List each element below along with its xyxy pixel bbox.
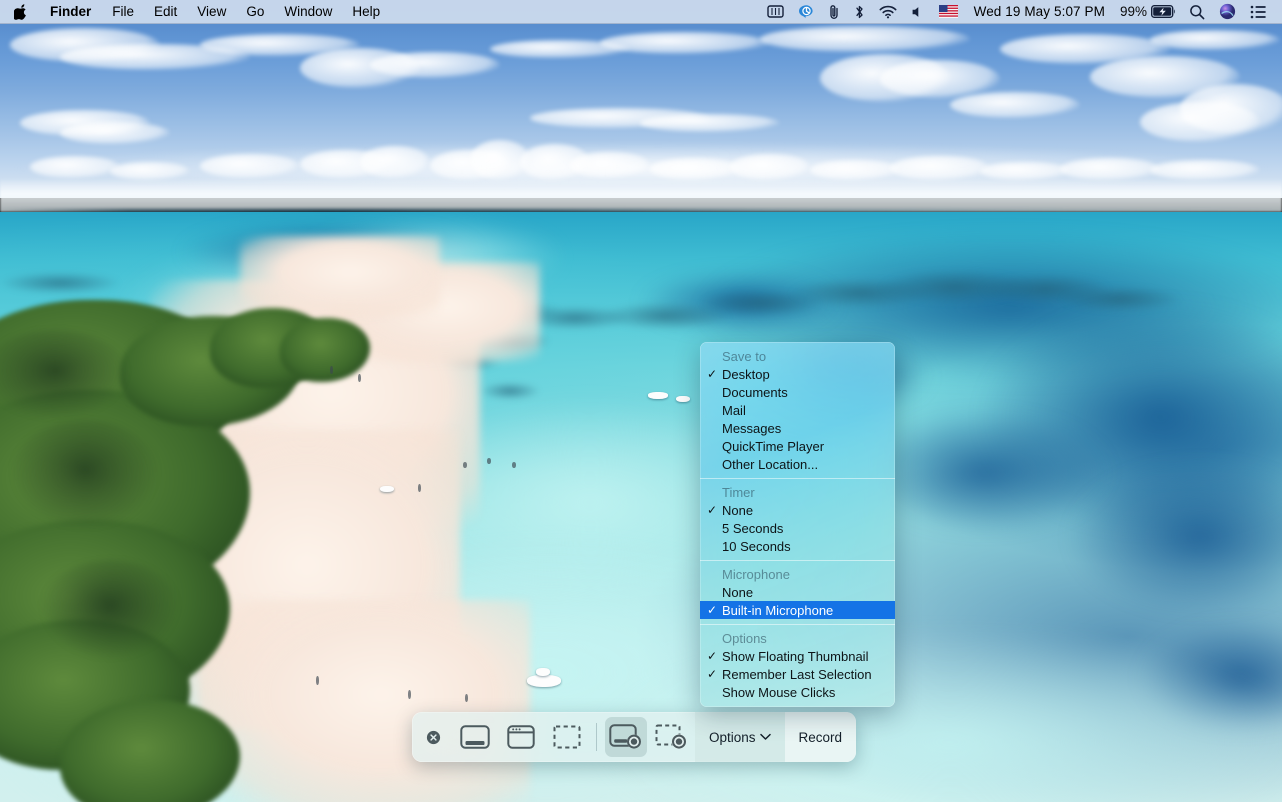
menu-option-label: 5 Seconds <box>722 520 784 536</box>
menu-bar: Finder File Edit View Go Window Help Wed… <box>0 0 1282 24</box>
time-machine-icon[interactable] <box>791 0 822 23</box>
menu-option-remember-last-selection[interactable]: ✓ Remember Last Selection <box>700 665 895 683</box>
menu-option-microphone-none[interactable]: None <box>700 583 895 601</box>
window-icon <box>507 725 535 749</box>
checkmark-icon: ✓ <box>707 649 718 663</box>
menu-item-go[interactable]: Go <box>236 0 274 23</box>
siri-icon[interactable] <box>1212 0 1243 23</box>
screen-mirroring-icon[interactable] <box>760 0 791 23</box>
menu-section-header-options: Options <box>722 630 767 646</box>
menu-option-messages[interactable]: Messages <box>700 419 895 437</box>
menu-option-mail[interactable]: Mail <box>700 401 895 419</box>
capture-selected-window-button[interactable] <box>500 717 542 757</box>
menu-section-header-microphone: Microphone <box>722 566 790 582</box>
us-flag-icon[interactable] <box>932 0 965 23</box>
menu-item-help[interactable]: Help <box>342 0 390 23</box>
menu-option-show-floating-thumbnail[interactable]: ✓ Show Floating Thumbnail <box>700 647 895 665</box>
menu-option-label: 10 Seconds <box>722 538 791 554</box>
battery-percent-label: 99% <box>1119 4 1147 19</box>
menu-option-label: QuickTime Player <box>722 438 825 454</box>
menu-option-other-location[interactable]: Other Location... <box>700 455 895 473</box>
record-entire-screen-button[interactable] <box>605 717 647 757</box>
menu-option-label: Built-in Microphone <box>722 602 834 618</box>
bluetooth-icon[interactable] <box>847 0 872 23</box>
menu-item-view[interactable]: View <box>187 0 236 23</box>
menu-option-built-in-microphone[interactable]: ✓ Built-in Microphone <box>700 601 895 619</box>
menu-separator <box>700 560 895 561</box>
menu-section-header-save-to: Save to <box>722 348 767 364</box>
menu-option-label: Documents <box>722 384 788 400</box>
menu-option-label: Other Location... <box>722 456 819 472</box>
menu-option-label: Messages <box>722 420 782 436</box>
record-button-group <box>603 712 695 762</box>
battery-charging-icon <box>1151 5 1175 18</box>
chevron-down-icon <box>759 733 771 740</box>
menu-option-label: None <box>722 584 754 600</box>
control-center-icon[interactable] <box>1243 0 1274 23</box>
menu-option-label: Show Floating Thumbnail <box>722 648 869 664</box>
menu-bar-clock[interactable]: Wed 19 May 5:07 PM <box>965 4 1114 19</box>
dashed-rect-record-icon <box>655 724 687 749</box>
capture-button-group <box>452 712 590 762</box>
apple-logo-icon[interactable] <box>0 0 39 23</box>
options-button[interactable]: Options <box>695 712 785 762</box>
screenshot-options-menu: Save to ✓ Desktop Documents Mail Message… <box>700 342 895 707</box>
desktop-wallpaper <box>0 0 1282 802</box>
record-selected-portion-button[interactable] <box>651 717 693 757</box>
menu-separator <box>700 478 895 479</box>
menu-separator <box>700 624 895 625</box>
capture-entire-screen-button[interactable] <box>454 717 496 757</box>
screen-record-icon <box>609 724 641 749</box>
menu-option-label: Mail <box>722 402 746 418</box>
battery-status[interactable]: 99% <box>1114 4 1182 19</box>
checkmark-icon: ✓ <box>707 367 718 381</box>
menu-option-label: Show Mouse Clicks <box>722 684 836 700</box>
menu-section-header-timer: Timer <box>722 484 755 500</box>
close-x-icon <box>426 730 441 744</box>
record-button[interactable]: Record <box>784 712 857 762</box>
menu-option-label: Remember Last Selection <box>722 666 872 682</box>
menu-option-timer-10-seconds[interactable]: 10 Seconds <box>700 537 895 555</box>
menu-option-show-mouse-clicks[interactable]: Show Mouse Clicks <box>700 683 895 701</box>
record-button-label: Record <box>798 729 843 745</box>
menu-option-timer-none[interactable]: ✓ None <box>700 501 895 519</box>
search-icon[interactable] <box>1182 0 1212 23</box>
menu-option-label: None <box>722 502 754 518</box>
screen-icon <box>460 725 490 749</box>
checkmark-icon: ✓ <box>707 667 718 681</box>
volume-icon[interactable] <box>904 0 932 23</box>
menu-bar-left: Finder File Edit View Go Window Help <box>0 0 390 23</box>
menu-bar-status-area: Wed 19 May 5:07 PM 99% <box>760 0 1282 23</box>
paperclip-icon[interactable] <box>822 0 847 23</box>
capture-selected-portion-button[interactable] <box>546 717 588 757</box>
menu-option-documents[interactable]: Documents <box>700 383 895 401</box>
options-button-label: Options <box>709 729 756 745</box>
menu-item-edit[interactable]: Edit <box>144 0 187 23</box>
checkmark-icon: ✓ <box>707 603 718 617</box>
wallpaper-horizon <box>0 178 1282 212</box>
menu-option-label: Desktop <box>722 366 770 382</box>
menu-app-name[interactable]: Finder <box>39 0 102 23</box>
close-button[interactable] <box>412 712 452 762</box>
menu-item-window[interactable]: Window <box>274 0 342 23</box>
menu-option-quicktime-player[interactable]: QuickTime Player <box>700 437 895 455</box>
boat <box>527 675 561 687</box>
screenshot-toolbar: Options Record <box>412 712 857 762</box>
dashed-rect-icon <box>553 725 581 749</box>
menu-option-timer-5-seconds[interactable]: 5 Seconds <box>700 519 895 537</box>
wifi-icon[interactable] <box>872 0 904 23</box>
toolbar-divider <box>596 723 597 751</box>
desktop-screen: Finder File Edit View Go Window Help Wed… <box>0 0 1282 802</box>
menu-item-file[interactable]: File <box>102 0 144 23</box>
menu-option-desktop[interactable]: ✓ Desktop <box>700 365 895 383</box>
checkmark-icon: ✓ <box>707 503 718 517</box>
